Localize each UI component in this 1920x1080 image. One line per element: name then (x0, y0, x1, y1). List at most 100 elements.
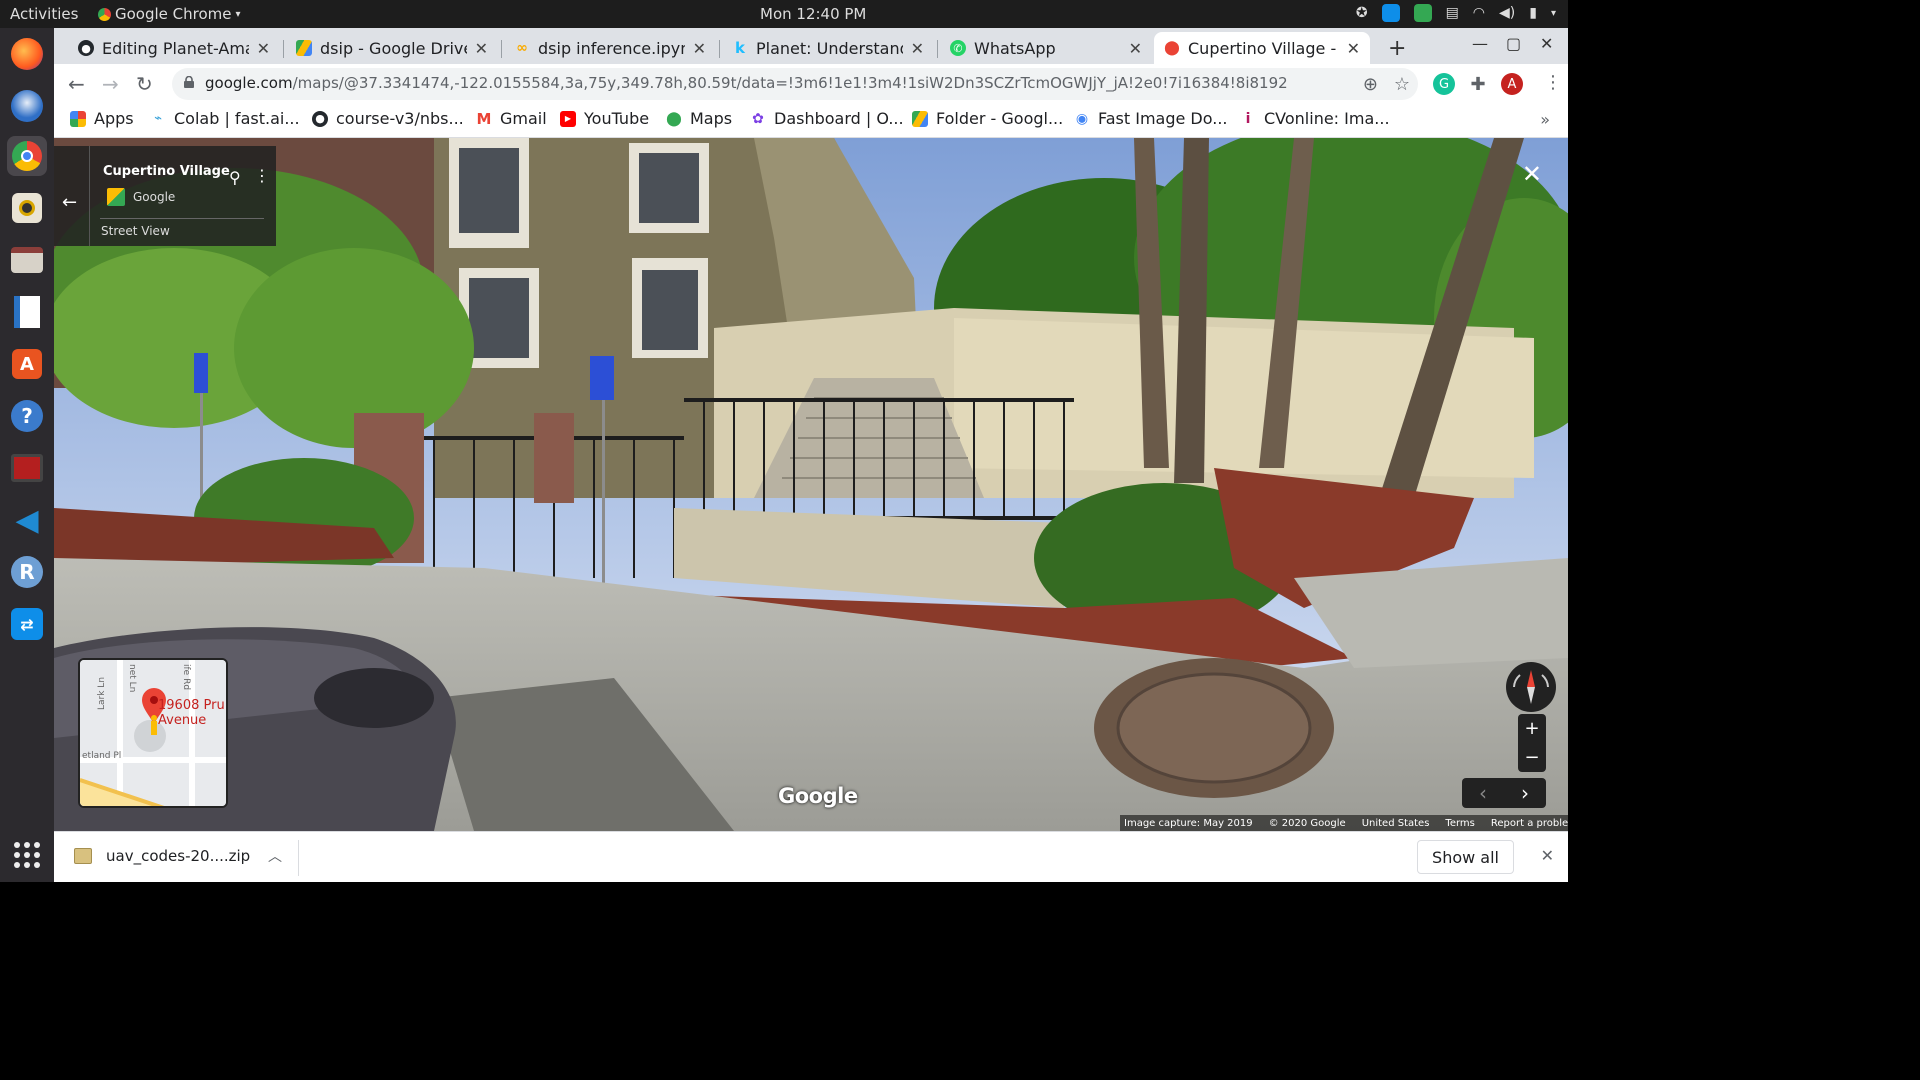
teamviewer-icon[interactable]: ⇄ (7, 604, 47, 644)
bookmark-star-icon[interactable]: ☆ (1394, 74, 1410, 95)
zoom-in-icon[interactable]: + (1518, 714, 1546, 743)
volume-icon[interactable]: ◀) (1499, 5, 1515, 21)
bookmark-colab[interactable]: ⌁ Colab | fast.ai... (150, 109, 300, 128)
location-pin-icon[interactable]: ⚲ (229, 168, 241, 187)
reload-icon[interactable]: ↻ (136, 72, 153, 96)
show-all-button[interactable]: Show all (1417, 840, 1514, 874)
report-problem-link[interactable]: Report a problem (1491, 818, 1568, 829)
close-street-view-icon[interactable]: ✕ (1522, 160, 1542, 188)
install-app-icon[interactable]: ⊕ (1363, 74, 1378, 95)
app-menu[interactable]: Google Chrome ▾ (98, 5, 241, 23)
bookmark-label: CVonline: Ima... (1264, 109, 1390, 128)
previous-arrow-icon[interactable]: ‹ (1479, 781, 1487, 805)
google-watermark: Google (778, 784, 858, 808)
close-downloads-icon[interactable]: ✕ (1541, 846, 1554, 865)
profile-avatar[interactable]: A (1501, 73, 1523, 95)
bookmark-fast-image[interactable]: ◉ Fast Image Do... (1074, 109, 1228, 128)
next-arrow-icon[interactable]: › (1521, 781, 1529, 805)
place-name[interactable]: Cupertino Village (103, 164, 230, 179)
clock[interactable]: Mon 12:40 PM (760, 5, 866, 23)
close-tab-icon[interactable]: ✕ (693, 39, 706, 58)
tab-title: Editing Planet-Amaz (102, 38, 249, 58)
bookmark-label: Colab | fast.ai... (174, 109, 300, 128)
firefox-icon[interactable] (7, 34, 47, 74)
battery-icon[interactable]: ▮ (1529, 5, 1537, 21)
activities-button[interactable]: Activities (10, 5, 78, 23)
mini-map-streets: Lark Ln ife Rd etland Pl net Ln (80, 660, 226, 806)
writer-icon[interactable] (7, 292, 47, 332)
bookmark-label: Gmail (500, 109, 547, 128)
github-icon: ● (78, 40, 94, 56)
close-tab-icon[interactable]: ✕ (1347, 39, 1360, 58)
close-tab-icon[interactable]: ✕ (911, 39, 924, 58)
bookmark-maps[interactable]: ⬤ Maps (666, 109, 732, 128)
back-icon[interactable]: ← (68, 72, 85, 96)
wifi-icon[interactable]: ◠ (1473, 5, 1485, 21)
zoom-out-icon[interactable]: − (1518, 743, 1546, 772)
more-options-icon[interactable]: ⋮ (254, 166, 270, 185)
address-bar[interactable]: google.com/maps/@37.3341474,-122.0155584… (172, 68, 1418, 100)
checkmark-tray-icon[interactable] (1413, 4, 1432, 22)
tab-title: WhatsApp (974, 38, 1056, 58)
thunderbird-icon[interactable] (7, 86, 47, 126)
vscode-icon[interactable]: ◀ (7, 500, 47, 540)
close-tab-icon[interactable]: ✕ (257, 39, 270, 58)
street-view-panorama[interactable]: ← Cupertino Village Google ⚲ ⋮ Street Vi… (54, 138, 1568, 831)
tab-google-drive[interactable]: dsip - Google Drive ✕ (286, 32, 498, 64)
tab-colab[interactable]: ∞ dsip inference.ipynb ✕ (504, 32, 716, 64)
bookmarks-overflow-icon[interactable]: » (1540, 110, 1550, 129)
bookmark-apps[interactable]: Apps (70, 109, 134, 128)
show-applications-icon[interactable] (14, 842, 40, 868)
whatsapp-icon: ✆ (950, 40, 966, 56)
bookmark-course[interactable]: ● course-v3/nbs... (312, 109, 464, 128)
close-tab-icon[interactable]: ✕ (1129, 39, 1142, 58)
chrome-menu-icon[interactable]: ⋮ (1544, 72, 1562, 93)
teamviewer-tray-icon[interactable] (1381, 4, 1400, 22)
tab-google-maps[interactable]: ⬤ Cupertino Village - G ✕ (1154, 32, 1370, 64)
software-store-icon[interactable]: A (7, 344, 47, 384)
download-item[interactable]: uav_codes-20....zip (74, 847, 250, 865)
tab-whatsapp[interactable]: ✆ WhatsApp ✕ (940, 32, 1152, 64)
rstudio-icon[interactable]: R (7, 552, 47, 592)
bookmark-drive-folder[interactable]: Folder - Googl... (912, 109, 1063, 128)
close-window-icon[interactable]: ✕ (1540, 34, 1553, 53)
bookmark-cvonline[interactable]: ⅰ CVonline: Ima... (1240, 109, 1390, 128)
screenshot-tool-icon[interactable] (7, 448, 47, 488)
chevron-up-icon[interactable]: ︿ (268, 846, 282, 866)
tab-kaggle[interactable]: k Planet: Understandir ✕ (722, 32, 934, 64)
accessibility-icon[interactable]: ✪ (1356, 5, 1368, 21)
help-icon[interactable]: ? (7, 396, 47, 436)
minimize-icon[interactable]: — (1472, 34, 1488, 53)
grammarly-extension-icon[interactable]: G (1433, 73, 1455, 95)
google-maps-logo-icon (107, 188, 125, 206)
tab-github[interactable]: ● Editing Planet-Amaz ✕ (68, 32, 280, 64)
power-menu-icon[interactable]: ▾ (1551, 8, 1556, 19)
maximize-icon[interactable]: ▢ (1506, 34, 1521, 53)
system-tray[interactable]: ✪ ▤ ◠ ◀) ▮ ▾ (1356, 4, 1556, 22)
extensions-puzzle-icon[interactable]: ✚ (1467, 73, 1489, 95)
street-label: net Ln (127, 664, 137, 692)
country-link[interactable]: United States (1362, 818, 1430, 829)
chrome-tab-strip: ● Editing Planet-Amaz ✕ dsip - Google Dr… (54, 28, 1568, 64)
url-text[interactable]: google.com/maps/@37.3341474,-122.0155584… (205, 74, 1288, 92)
chrome-dock-icon[interactable] (7, 136, 47, 176)
close-tab-icon[interactable]: ✕ (475, 39, 488, 58)
forward-icon[interactable]: → (102, 72, 119, 96)
back-arrow-icon[interactable]: ← (62, 192, 77, 213)
new-tab-icon[interactable]: + (1388, 36, 1406, 61)
clipboard-icon[interactable]: ▤ (1446, 5, 1459, 21)
bookmark-label: course-v3/nbs... (336, 109, 464, 128)
chrome-toolbar: ← → ↻ google.com/maps/@37.3341474,-122.0… (54, 64, 1568, 104)
rhythmbox-icon[interactable] (7, 188, 47, 228)
bookmark-youtube[interactable]: ▶ YouTube (560, 109, 649, 128)
bookmark-label: Maps (690, 109, 733, 128)
mini-map[interactable]: Lark Ln ife Rd etland Pl net Ln 19608 Pr… (78, 658, 228, 808)
bookmark-gmail[interactable]: M Gmail (476, 109, 547, 128)
app-menu-label: Google Chrome (115, 5, 232, 23)
tab-title: Planet: Understandir (756, 38, 903, 58)
terms-link[interactable]: Terms (1445, 818, 1474, 829)
bookmark-dashboard[interactable]: ✿ Dashboard | O... (750, 109, 903, 128)
tab-separator (501, 40, 502, 58)
compass-icon[interactable] (1506, 662, 1556, 712)
files-icon[interactable] (7, 240, 47, 280)
